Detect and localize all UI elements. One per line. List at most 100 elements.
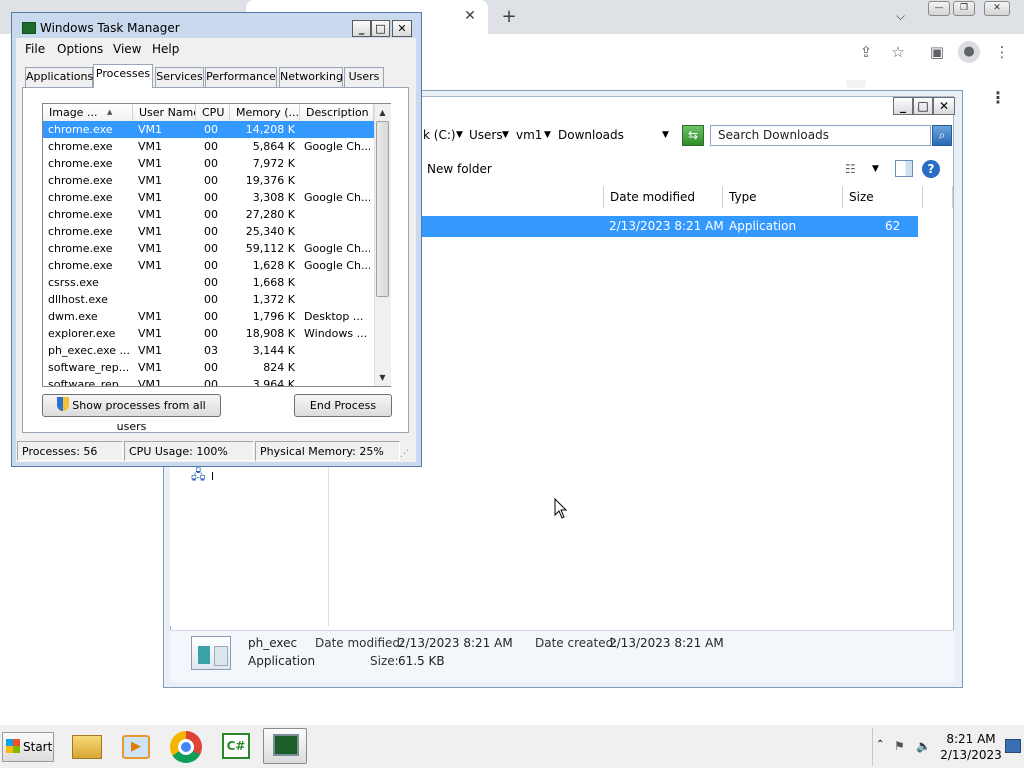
preview-pane-icon[interactable] (895, 160, 913, 177)
taskbar-task-manager[interactable] (263, 728, 307, 764)
col-memory[interactable]: Memory (... (230, 104, 300, 121)
refresh-icon[interactable]: ⇆ (682, 125, 704, 146)
process-row[interactable]: software_rep... VM1 00 824 K (43, 359, 374, 376)
col-user-name[interactable]: User Name (133, 104, 196, 121)
tab-performance[interactable]: Performance (205, 67, 277, 87)
share-icon[interactable]: ⇪ (856, 42, 876, 62)
col-cpu[interactable]: CPU (196, 104, 230, 121)
menu-view[interactable]: View (113, 42, 141, 56)
breadcrumb-sep-icon[interactable]: ▼ (544, 126, 551, 144)
process-image: chrome.exe (48, 174, 113, 187)
breadcrumb-vm1[interactable]: vm1 (516, 126, 542, 144)
process-description: Google Ch... (304, 242, 370, 255)
process-image: csrss.exe (48, 276, 99, 289)
tm-close-button[interactable]: ✕ (392, 20, 412, 37)
process-row[interactable]: chrome.exe VM1 00 25,340 K (43, 223, 374, 240)
column-extra[interactable] (923, 186, 953, 208)
column-date-modified[interactable]: Date modified (603, 186, 723, 208)
chrome-close-button[interactable]: ✕ (984, 1, 1010, 16)
process-description (304, 223, 370, 240)
side-panel-icon[interactable]: ▣ (927, 42, 947, 62)
process-row[interactable]: dllhost.exe 00 1,372 K (43, 291, 374, 308)
taskbar-file-explorer[interactable] (64, 728, 108, 764)
bookmark-star-icon[interactable]: ☆ (888, 42, 908, 62)
show-all-processes-button[interactable]: Show processes from all users (42, 394, 221, 433)
page-kebab-icon[interactable]: ⋮ (990, 86, 1006, 110)
tab-applications[interactable]: Applications (25, 67, 93, 87)
scroll-up-icon[interactable]: ▲ (375, 105, 390, 120)
resize-grip-icon[interactable]: ⋰ (400, 448, 412, 460)
view-dropdown-icon[interactable]: ▼ (872, 161, 882, 177)
process-row[interactable]: chrome.exe VM1 00 14,208 K (43, 121, 374, 138)
process-row[interactable]: software_rep... VM1 00 3,964 K (43, 376, 374, 386)
breadcrumb-drive[interactable]: k (C:) (423, 126, 456, 144)
breadcrumb-users[interactable]: Users (469, 126, 503, 144)
breadcrumb-downloads[interactable]: Downloads (558, 126, 624, 144)
omnibox-edge (846, 80, 866, 88)
help-icon[interactable]: ? (922, 160, 940, 178)
process-row[interactable]: chrome.exe VM1 00 1,628 K Google Ch... (43, 257, 374, 274)
column-type[interactable]: Type (723, 186, 843, 208)
process-memory: 7,972 K (252, 157, 295, 170)
process-row[interactable]: chrome.exe VM1 00 59,112 K Google Ch... (43, 240, 374, 257)
system-clock[interactable]: 8:21 AM 2/13/2023 (940, 731, 1002, 763)
process-memory: 3,308 K (252, 191, 295, 204)
chrome-menu-icon[interactable]: ⋮ (992, 42, 1012, 62)
tab-services[interactable]: Services (155, 67, 204, 87)
new-folder-button[interactable]: New folder (427, 160, 492, 178)
show-desktop-icon[interactable] (1005, 739, 1021, 753)
view-options-icon[interactable]: ☷ (845, 161, 863, 177)
tab-search-chevron-icon[interactable]: ⌵ (896, 6, 914, 26)
search-input[interactable]: Search Downloads (710, 125, 931, 146)
process-row[interactable]: dwm.exe VM1 00 1,796 K Desktop ... (43, 308, 374, 325)
taskbar-media-player[interactable]: ▶ (113, 728, 157, 764)
search-icon[interactable]: ⌕ (932, 125, 952, 146)
process-memory: 1,628 K (252, 259, 295, 272)
process-row[interactable]: chrome.exe VM1 00 7,972 K (43, 155, 374, 172)
chrome-restore-button[interactable]: ❐ (953, 1, 975, 16)
tm-maximize-button[interactable]: □ (371, 20, 390, 37)
breadcrumb-sep-icon[interactable]: ▼ (502, 126, 509, 144)
navigation-pane (170, 466, 329, 626)
menu-options[interactable]: Options (57, 42, 103, 56)
network-icon[interactable]: 🖧 (191, 468, 207, 484)
process-row[interactable]: chrome.exe VM1 00 5,864 K Google Ch... (43, 138, 374, 155)
menu-file[interactable]: File (25, 42, 45, 56)
nav-item-label[interactable]: l (211, 470, 214, 484)
explorer-minimize-button[interactable]: _ (893, 97, 913, 115)
breadcrumb-sep-icon[interactable]: ▼ (456, 126, 463, 144)
process-row[interactable]: chrome.exe VM1 00 19,376 K (43, 172, 374, 189)
chrome-minimize-button[interactable]: — (928, 1, 950, 16)
col-description[interactable]: Description (300, 104, 374, 121)
process-row[interactable]: explorer.exe VM1 00 18,908 K Windows ... (43, 325, 374, 342)
process-image: chrome.exe (48, 208, 113, 221)
profile-avatar-icon[interactable]: ● (958, 41, 980, 63)
explorer-close-button[interactable]: ✕ (933, 97, 955, 115)
tab-close-icon[interactable]: ✕ (462, 8, 478, 24)
tab-networking[interactable]: Networking (279, 67, 343, 87)
taskbar-csharp[interactable]: C# (213, 728, 257, 764)
process-row[interactable]: ph_exec.exe ... VM1 03 3,144 K (43, 342, 374, 359)
file-row-selected[interactable]: 2/13/2023 8:21 AM Application 62 KB (412, 216, 918, 254)
taskbar-chrome[interactable] (163, 728, 207, 764)
file-explorer-icon (72, 735, 102, 759)
new-tab-button[interactable]: + (498, 6, 520, 28)
process-row[interactable]: chrome.exe VM1 00 27,280 K (43, 206, 374, 223)
tab-processes[interactable]: Processes (93, 64, 153, 88)
column-size[interactable]: Size (843, 186, 923, 208)
scroll-down-icon[interactable]: ▼ (375, 370, 390, 385)
end-process-button[interactable]: End Process (294, 394, 392, 417)
process-row[interactable]: chrome.exe VM1 00 3,308 K Google Ch... (43, 189, 374, 206)
show-hidden-icons-icon[interactable]: ⌃ (876, 738, 886, 752)
col-image-name[interactable]: Image ... ▲ (43, 104, 133, 121)
tab-users[interactable]: Users (344, 67, 384, 87)
scroll-thumb[interactable] (376, 121, 389, 297)
status-processes: Processes: 56 (17, 441, 123, 461)
tm-minimize-button[interactable]: _ (352, 20, 371, 37)
process-row[interactable]: csrss.exe 00 1,668 K (43, 274, 374, 291)
address-dropdown-icon[interactable]: ▼ (662, 126, 669, 144)
explorer-maximize-button[interactable]: □ (913, 97, 933, 115)
action-center-icon[interactable]: ⚑ (894, 738, 910, 754)
volume-icon[interactable]: 🔈 (916, 738, 934, 754)
menu-help[interactable]: Help (152, 42, 179, 56)
